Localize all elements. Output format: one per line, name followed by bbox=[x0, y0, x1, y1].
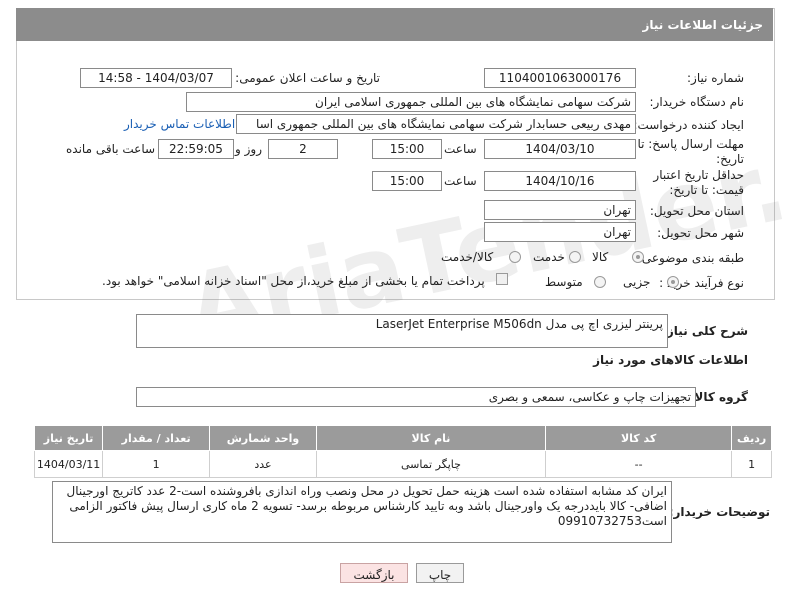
delivery-city-label: شهر محل تحویل: bbox=[657, 226, 744, 240]
requester-label: ایجاد کننده درخواست: bbox=[633, 118, 744, 132]
general-desc-label: شرح کلی نیاز: bbox=[662, 324, 748, 338]
goods-section-title: اطلاعات کالاهای مورد نیاز bbox=[593, 353, 748, 367]
col-row: ردیف bbox=[731, 425, 772, 451]
col-item-code: کد کالا bbox=[544, 425, 733, 451]
buyer-org-label: نام دستگاه خریدار: bbox=[649, 95, 745, 109]
treasury-payment-checkbox[interactable] bbox=[496, 273, 508, 285]
goods-table: تاریخ نیاز تعداد / مقدار واحد شمارش نام … bbox=[33, 425, 772, 478]
category-option-service: خدمت bbox=[533, 250, 565, 264]
announce-datetime-field: 1404/03/07 - 14:58 bbox=[80, 68, 232, 88]
cell-item-name: چاپگر تماسی bbox=[315, 450, 546, 478]
remaining-time-label: ساعت باقی مانده bbox=[66, 142, 156, 156]
goods-group-label: گروه کالا: bbox=[689, 390, 748, 404]
price-validity-time-field: 15:00 bbox=[372, 171, 442, 191]
reply-time-field: 15:00 bbox=[372, 139, 442, 159]
reply-days-label: روز و bbox=[235, 142, 262, 156]
price-validity-time-label: ساعت bbox=[444, 174, 477, 188]
category-option-goods-service: کالا/خدمت bbox=[441, 250, 494, 264]
requester-field: مهدی ربیعی حسابدار شرکت سهامی نمایشگاه ه… bbox=[236, 114, 636, 134]
general-desc-textarea: پرینتر لیزری اچ پی مدل LaserJet Enterpri… bbox=[136, 314, 668, 348]
cell-quantity: 1 bbox=[102, 450, 211, 478]
category-option-goods: کالا bbox=[592, 250, 609, 264]
buyer-notes-textarea: ایران کد مشابه استفاده شده است هزینه حمل… bbox=[52, 481, 672, 543]
reply-date-field: 1404/03/10 bbox=[484, 139, 636, 159]
buyer-notes-label: توضیحات خریدار: bbox=[668, 505, 770, 519]
treasury-payment-note: پرداخت تمام یا بخشی از مبلغ خرید،از محل … bbox=[102, 274, 485, 288]
buyer-contact-link[interactable]: اطلاعات تماس خریدار bbox=[124, 117, 235, 131]
delivery-province-label: استان محل تحویل: bbox=[649, 204, 744, 218]
category-radio-goods-service[interactable] bbox=[509, 251, 521, 263]
process-radio-minor[interactable] bbox=[667, 276, 679, 288]
cell-unit: عدد bbox=[209, 450, 317, 478]
goods-table-header: تاریخ نیاز تعداد / مقدار واحد شمارش نام … bbox=[33, 425, 772, 451]
need-number-label: شماره نیاز: bbox=[687, 71, 744, 85]
cell-row: 1 bbox=[731, 450, 772, 478]
announce-datetime-label: تاریخ و ساعت اعلان عمومی: bbox=[235, 71, 380, 85]
cell-need-date: 1404/03/11 bbox=[33, 450, 104, 478]
col-need-date: تاریخ نیاز bbox=[33, 425, 104, 451]
panel-title: جزئیات اطلاعات نیاز bbox=[642, 18, 763, 32]
cell-item-code: -- bbox=[544, 450, 733, 478]
col-unit: واحد شمارش bbox=[209, 425, 317, 451]
price-validity-label: حداقل تاریخ اعتبار قیمت: تا تاریخ: bbox=[653, 168, 744, 197]
remaining-time-field: 22:59:05 bbox=[158, 139, 234, 159]
reply-deadline-label: مهلت ارسال پاسخ: تا تاریخ: bbox=[637, 137, 744, 166]
delivery-province-field: تهران bbox=[484, 200, 636, 220]
category-radio-goods[interactable] bbox=[632, 251, 644, 263]
buyer-org-field: شرکت سهامی نمایشگاه های بین المللی جمهور… bbox=[186, 92, 636, 112]
process-radio-medium[interactable] bbox=[594, 276, 606, 288]
delivery-city-field: تهران bbox=[484, 222, 636, 242]
process-option-medium: متوسط bbox=[545, 275, 583, 289]
col-item-name: نام کالا bbox=[315, 425, 546, 451]
process-option-minor: جزیی bbox=[623, 275, 651, 289]
need-number-field: 1104001063000176 bbox=[484, 68, 636, 88]
panel-header: جزئیات اطلاعات نیاز bbox=[16, 8, 773, 41]
category-label: طبقه بندی موضوعی: bbox=[637, 251, 744, 265]
col-quantity: تعداد / مقدار bbox=[102, 425, 211, 451]
reply-days-field: 2 bbox=[268, 139, 338, 159]
table-row: 1404/03/11 1 عدد چاپگر تماسی -- 1 bbox=[33, 450, 772, 478]
price-validity-date-field: 1404/10/16 bbox=[484, 171, 636, 191]
category-radio-service[interactable] bbox=[569, 251, 581, 263]
goods-group-field: تجهیزات چاپ و عکاسی، سمعی و بصری bbox=[136, 387, 696, 407]
back-button[interactable]: بازگشت bbox=[340, 563, 408, 583]
print-button[interactable]: چاپ bbox=[416, 563, 464, 583]
reply-time-label: ساعت bbox=[444, 142, 477, 156]
